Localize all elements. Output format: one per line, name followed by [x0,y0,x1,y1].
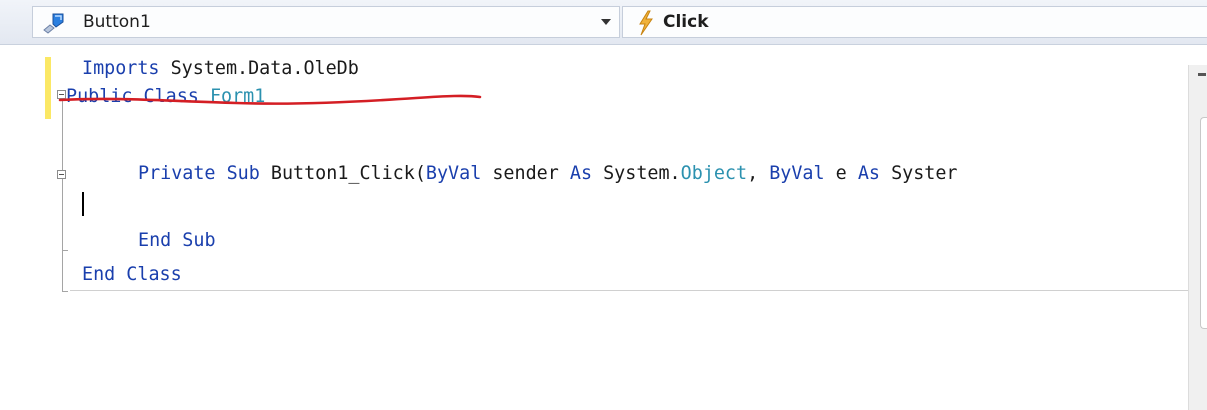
scrollbar-thumb[interactable] [1200,117,1207,329]
splitter-handle[interactable] [1198,73,1206,76]
changed-lines-marker [45,57,51,119]
code-line-end-class: End Class [82,262,182,288]
namespace-system: System. [603,163,681,184]
method-name: Button1_Click( [270,163,426,184]
code-line-sub-declaration: Private Sub Button1_Click(ByVal sender A… [138,161,958,187]
navigation-bar: Button1 Click [0,0,1207,45]
keyword-as: As [569,163,593,184]
imports-namespace: System.Data.OleDb [159,58,359,79]
lightning-event-icon [635,10,657,40]
keyword-end: End [82,264,116,285]
procedure-separator [70,290,1188,291]
class-object-icon [41,11,71,39]
outline-end-sub [62,250,68,251]
chevron-down-icon[interactable] [601,19,611,25]
text-caret [82,192,84,216]
outline-bracket-sub [62,181,63,250]
method-name-value: Click [663,12,709,32]
keyword-sub: Sub [226,163,260,184]
method-name-dropdown[interactable]: Click [622,6,1207,38]
keyword-byval: ByVal [769,163,825,184]
param-sender: sender [492,163,559,184]
keyword-private: Private [138,163,216,184]
param-e: e [835,163,847,184]
code-line-imports: Imports System.Data.OleDb [82,56,359,82]
keyword-end: End [138,230,172,251]
comma: , [747,163,759,184]
namespace-system-truncated: Syster [891,163,958,184]
type-object: Object [680,163,748,184]
collapse-sub-toggle[interactable] [57,170,66,179]
keyword-byval: ByVal [425,163,482,184]
keyword-imports: Imports [82,58,160,79]
keyword-as: As [857,163,880,184]
code-editor[interactable]: Imports System.Data.OleDb Public Class F… [0,45,1207,410]
keyword-sub: Sub [182,230,216,251]
class-name-dropdown[interactable]: Button1 [32,6,620,38]
code-line-end-sub: End Sub [138,228,216,254]
class-name-value: Button1 [83,12,151,32]
keyword-class: Class [126,264,182,285]
outline-end-class [62,291,68,292]
strikethrough-annotation [58,94,482,105]
